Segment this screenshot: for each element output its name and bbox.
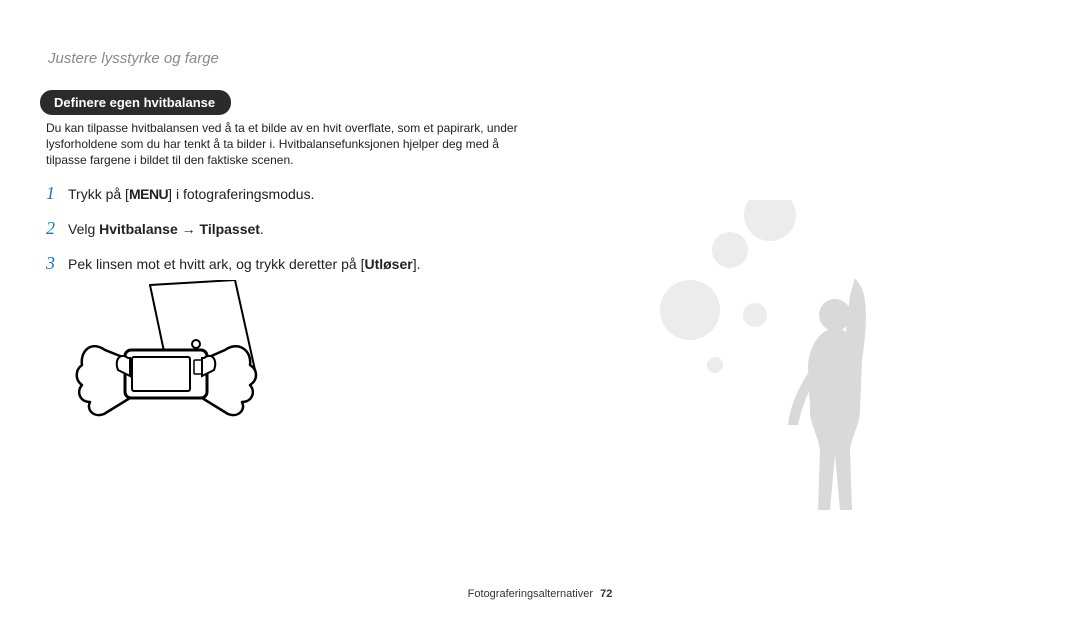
step-bold-1: Hvitbalanse (99, 221, 178, 237)
step-text-pre: Velg (68, 221, 99, 237)
step-2: 2 Velg Hvitbalanse → Tilpasset. (46, 215, 566, 242)
step-number: 3 (46, 250, 68, 277)
step-arrow: → (178, 221, 200, 237)
step-text-pre: Pek linsen mot et hvitt ark, og trykk de… (68, 256, 364, 272)
step-1: 1 Trykk på [MENU] i fotograferingsmodus. (46, 180, 566, 207)
step-text-post: ] i fotograferingsmodus. (168, 186, 314, 202)
step-text-pre: Trykk på [ (68, 186, 129, 202)
step-number: 1 (46, 180, 68, 207)
step-text-post: . (260, 221, 264, 237)
step-number: 2 (46, 215, 68, 242)
step-text-post: ]. (413, 256, 421, 272)
step-text: Velg Hvitbalanse → Tilpasset. (68, 219, 566, 240)
footer-label: Fotograferingsalternativer (468, 588, 593, 600)
step-list: 1 Trykk på [MENU] i fotograferingsmodus.… (46, 180, 566, 285)
step-bold-2: Tilpasset (200, 221, 260, 237)
intro-paragraph: Du kan tilpasse hvitbalansen ved å ta et… (46, 120, 526, 169)
step-text: Pek linsen mot et hvitt ark, og trykk de… (68, 254, 566, 275)
page-header-title: Justere lysstyrke og farge (48, 50, 219, 67)
section-heading-pill: Definere egen hvitbalanse (40, 90, 231, 115)
footer-page-number: 72 (600, 588, 612, 600)
step-text: Trykk på [MENU] i fotograferingsmodus. (68, 184, 566, 205)
camera-hands-illustration (70, 280, 270, 440)
child-bubbles-silhouette (660, 200, 920, 540)
step-bold: Utløser (364, 256, 412, 272)
page-footer: Fotograferingsalternativer 72 (0, 588, 1080, 600)
step-3: 3 Pek linsen mot et hvitt ark, og trykk … (46, 250, 566, 277)
menu-label-icon: MENU (129, 184, 168, 205)
